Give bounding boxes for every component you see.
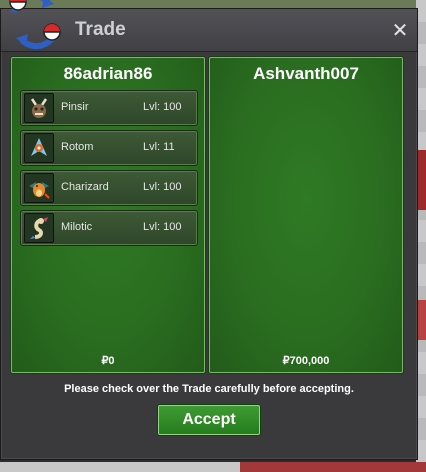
trade-logo-icon bbox=[9, 0, 61, 50]
charizard-icon bbox=[24, 173, 54, 203]
pokemon-level: Lvl: 100 bbox=[143, 101, 182, 113]
pokemon-level: Lvl: 100 bbox=[143, 181, 182, 193]
pokemon-name: Pinsir bbox=[61, 101, 89, 113]
trade-panel-left: 86adrian86 Pinsir Lvl: 100 Rotom Lvl: 11… bbox=[11, 57, 205, 373]
rotom-icon bbox=[24, 133, 54, 163]
pokemon-level: Lvl: 11 bbox=[143, 141, 175, 153]
background-roof bbox=[240, 462, 426, 472]
trader-name-left: 86adrian86 bbox=[63, 64, 153, 83]
trade-panel-right: Ashvanth007 ₽700,000 bbox=[209, 57, 403, 373]
accept-button[interactable]: Accept bbox=[158, 405, 260, 435]
pokemon-item-charizard[interactable]: Charizard Lvl: 100 bbox=[20, 170, 198, 206]
pokemon-level: Lvl: 100 bbox=[143, 221, 182, 233]
window-title: Trade bbox=[75, 19, 126, 40]
money-offer-left: ₽0 bbox=[101, 355, 115, 367]
milotic-icon bbox=[24, 213, 54, 243]
trader-name-right: Ashvanth007 bbox=[253, 64, 359, 83]
close-button[interactable]: ✕ bbox=[391, 20, 409, 40]
pinsir-icon bbox=[24, 93, 54, 123]
background-map-bottom bbox=[0, 462, 426, 472]
pokemon-name: Rotom bbox=[61, 141, 94, 153]
pokemon-item-pinsir[interactable]: Pinsir Lvl: 100 bbox=[20, 90, 198, 126]
pokemon-name: Milotic bbox=[61, 221, 93, 233]
trade-notice: Please check over the Trade carefully be… bbox=[64, 383, 354, 395]
money-offer-right: ₽700,000 bbox=[282, 355, 330, 367]
pokemon-name: Charizard bbox=[61, 181, 109, 193]
pokemon-item-rotom[interactable]: Rotom Lvl: 11 bbox=[20, 130, 198, 166]
trade-window: Trade ✕ 86adrian86 Pinsir Lvl: 100 Rotom… bbox=[0, 8, 418, 460]
pokemon-item-milotic[interactable]: Milotic Lvl: 100 bbox=[20, 210, 198, 246]
pokemon-list-left: Pinsir Lvl: 100 Rotom Lvl: 11 Charizard … bbox=[20, 90, 198, 250]
